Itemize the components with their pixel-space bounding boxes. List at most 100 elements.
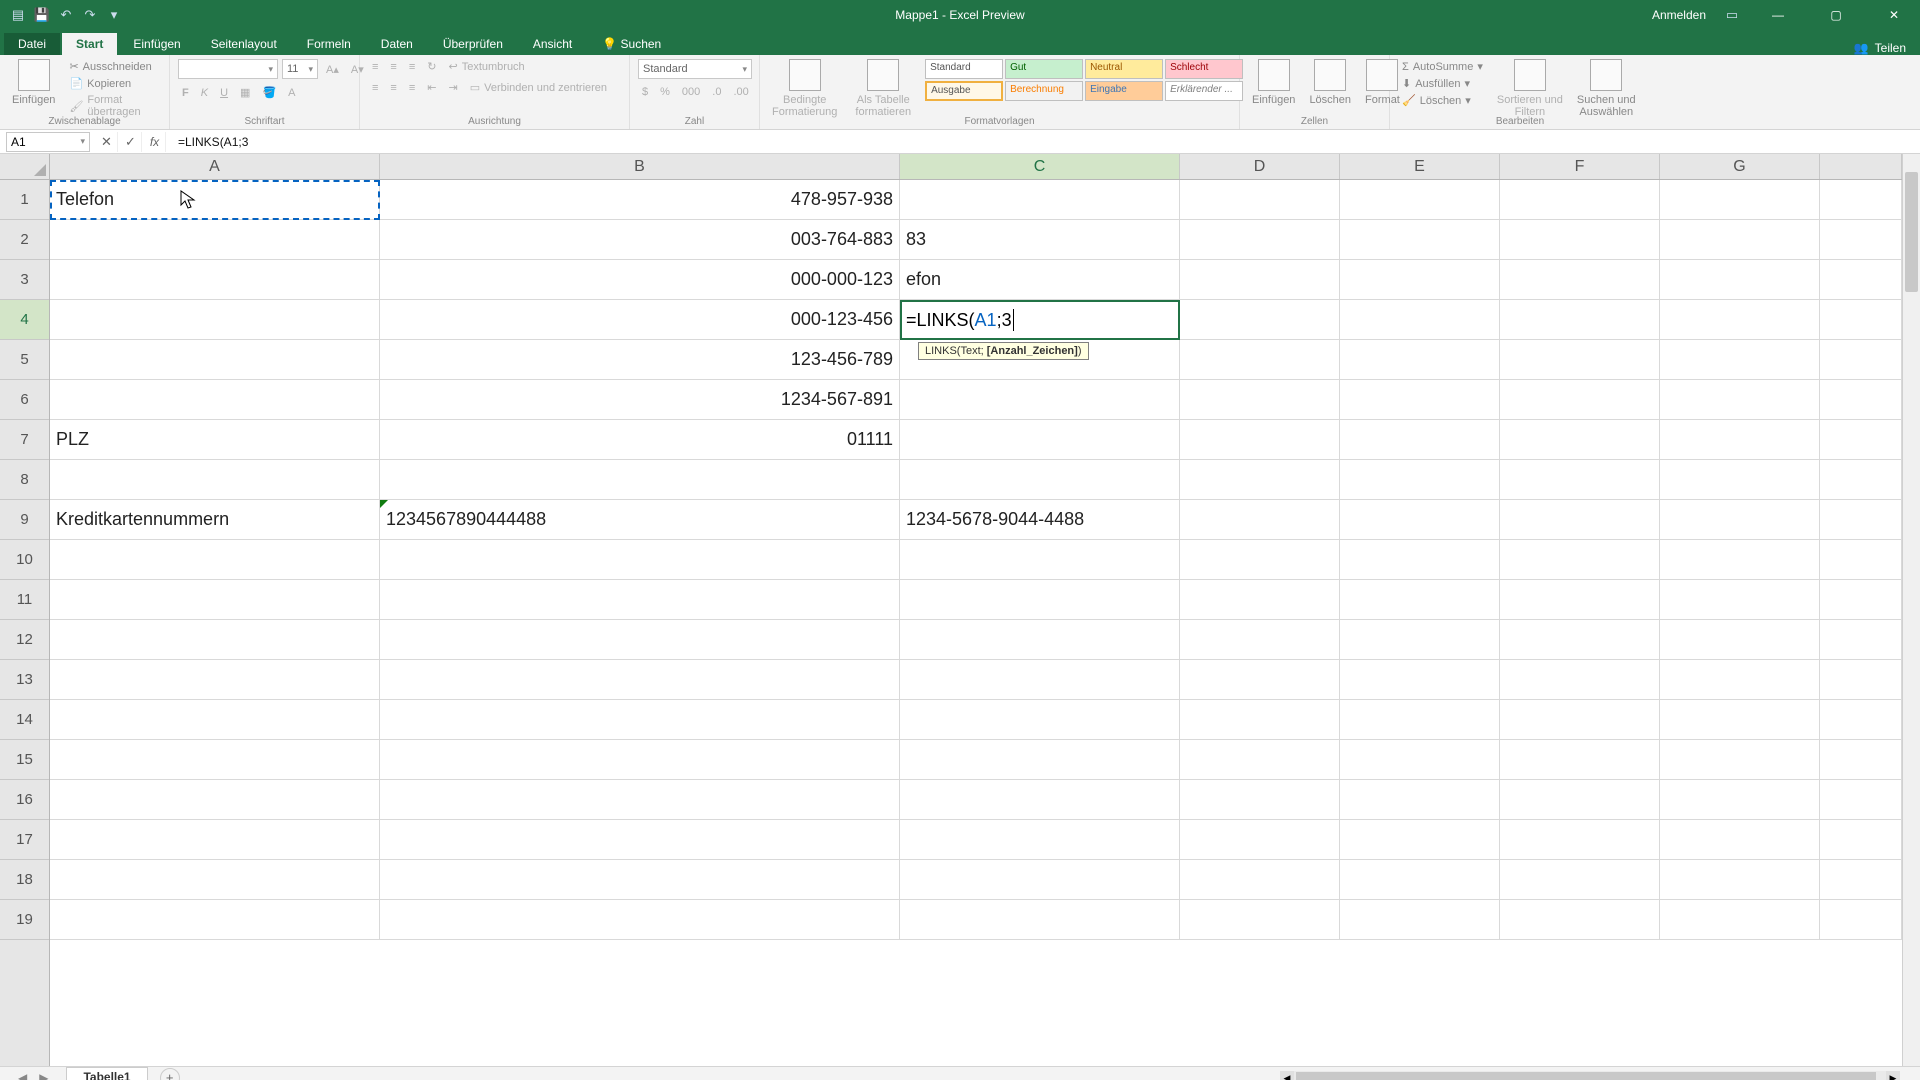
cell-B13[interactable] (380, 660, 900, 700)
cell-F11[interactable] (1500, 580, 1660, 620)
cell-A7[interactable]: PLZ (50, 420, 380, 460)
cell-F13[interactable] (1500, 660, 1660, 700)
cell-G15[interactable] (1660, 740, 1820, 780)
cell-A2[interactable] (50, 220, 380, 260)
share-button[interactable]: Teilen (1875, 41, 1906, 55)
formula-input[interactable]: =LINKS(A1;3 (172, 135, 1920, 149)
cell-D16[interactable] (1180, 780, 1340, 820)
align-left-icon[interactable]: ≡ (368, 81, 382, 95)
cell-G19[interactable] (1660, 900, 1820, 940)
cell-A8[interactable] (50, 460, 380, 500)
cell-B2[interactable]: 003-764-883 (380, 220, 900, 260)
underline-button[interactable]: U (216, 86, 232, 100)
row-header-19[interactable]: 19 (0, 900, 49, 940)
col-header-G[interactable]: G (1660, 154, 1820, 179)
paste-icon[interactable] (18, 59, 50, 91)
cell-F14[interactable] (1500, 700, 1660, 740)
cell-A16[interactable] (50, 780, 380, 820)
cell-D3[interactable] (1180, 260, 1340, 300)
delete-cells-button[interactable]: Löschen (1305, 93, 1355, 107)
cell-D7[interactable] (1180, 420, 1340, 460)
cell-B5[interactable]: 123-456-789 (380, 340, 900, 380)
cell-F3[interactable] (1500, 260, 1660, 300)
style-ausgabe[interactable]: Ausgabe (925, 81, 1003, 101)
row-header-16[interactable]: 16 (0, 780, 49, 820)
find-icon[interactable] (1590, 59, 1622, 91)
tab-file[interactable]: Datei (4, 33, 60, 55)
select-all-corner[interactable] (0, 154, 50, 180)
style-eingabe[interactable]: Eingabe (1085, 81, 1163, 101)
cell-G16[interactable] (1660, 780, 1820, 820)
cell-A9[interactable]: Kreditkartennummern (50, 500, 380, 540)
tab-view[interactable]: Ansicht (519, 33, 586, 55)
tab-pagelayout[interactable]: Seitenlayout (197, 33, 291, 55)
cell-B9[interactable]: 1234567890444488 (380, 500, 900, 540)
col-header-E[interactable]: E (1340, 154, 1500, 179)
sort-icon[interactable] (1514, 59, 1546, 91)
clear-button[interactable]: 🧹 Löschen ▾ (1398, 93, 1487, 108)
save-icon[interactable]: 💾 (34, 7, 50, 23)
align-top-icon[interactable]: ≡ (368, 60, 382, 74)
insert-cells-button[interactable]: Einfügen (1248, 93, 1299, 107)
cell-B15[interactable] (380, 740, 900, 780)
fx-button[interactable]: fx (144, 132, 166, 152)
row-header-6[interactable]: 6 (0, 380, 49, 420)
cell-C7[interactable] (900, 420, 1180, 460)
font-name-combo[interactable]: ▾ (178, 59, 278, 79)
copy-button[interactable]: 📄 Kopieren (65, 76, 161, 91)
row-header-14[interactable]: 14 (0, 700, 49, 740)
cell-C10[interactable] (900, 540, 1180, 580)
cell-styles-gallery[interactable]: Standard Gut Neutral Schlecht Ausgabe Be… (925, 59, 1243, 101)
cell-B14[interactable] (380, 700, 900, 740)
tab-insert[interactable]: Einfügen (119, 33, 194, 55)
cell-C3[interactable]: efon (900, 260, 1180, 300)
cell-A12[interactable] (50, 620, 380, 660)
signin-link[interactable]: Anmelden (1652, 8, 1706, 22)
vertical-scrollbar[interactable] (1902, 154, 1920, 1066)
cond-format-icon[interactable] (789, 59, 821, 91)
row-header-11[interactable]: 11 (0, 580, 49, 620)
cell-G9[interactable] (1660, 500, 1820, 540)
cell-B11[interactable] (380, 580, 900, 620)
row-header-8[interactable]: 8 (0, 460, 49, 500)
row-header-17[interactable]: 17 (0, 820, 49, 860)
cell-B19[interactable] (380, 900, 900, 940)
maximize-button[interactable]: ▢ (1816, 0, 1856, 30)
style-berechnung[interactable]: Berechnung (1005, 81, 1083, 101)
cell-A4[interactable] (50, 300, 380, 340)
cell-G5[interactable] (1660, 340, 1820, 380)
thousands-icon[interactable]: 000 (678, 85, 704, 99)
cell-E12[interactable] (1340, 620, 1500, 660)
style-neutral[interactable]: Neutral (1085, 59, 1163, 79)
cell-C18[interactable] (900, 860, 1180, 900)
col-header-D[interactable]: D (1180, 154, 1340, 179)
cell-B16[interactable] (380, 780, 900, 820)
inc-dec-icon[interactable]: .0 (708, 85, 725, 99)
cell-F15[interactable] (1500, 740, 1660, 780)
cell-B7[interactable]: 01111 (380, 420, 900, 460)
row-header-4[interactable]: 4 (0, 300, 49, 340)
cell-B17[interactable] (380, 820, 900, 860)
name-box[interactable]: A1▾ (6, 132, 90, 152)
cell-D8[interactable] (1180, 460, 1340, 500)
cell-E6[interactable] (1340, 380, 1500, 420)
cell-E10[interactable] (1340, 540, 1500, 580)
cell-D18[interactable] (1180, 860, 1340, 900)
hscroll-right-icon[interactable]: ▶ (1886, 1071, 1900, 1080)
align-right-icon[interactable]: ≡ (405, 81, 419, 95)
align-center-icon[interactable]: ≡ (386, 81, 400, 95)
cell-C12[interactable] (900, 620, 1180, 660)
paste-button[interactable]: Einfügen (8, 93, 59, 107)
percent-icon[interactable]: % (656, 85, 674, 99)
cell-B4[interactable]: 000-123-456 (380, 300, 900, 340)
indent-inc-icon[interactable]: ⇥ (444, 80, 461, 95)
style-gut[interactable]: Gut (1005, 59, 1083, 79)
col-header-A[interactable]: A (50, 154, 380, 179)
font-size-combo[interactable]: 11▾ (282, 59, 318, 79)
cell-A17[interactable] (50, 820, 380, 860)
font-color-icon[interactable]: A (284, 86, 299, 100)
cell-F2[interactable] (1500, 220, 1660, 260)
cell-E14[interactable] (1340, 700, 1500, 740)
cell-G13[interactable] (1660, 660, 1820, 700)
cell-G11[interactable] (1660, 580, 1820, 620)
